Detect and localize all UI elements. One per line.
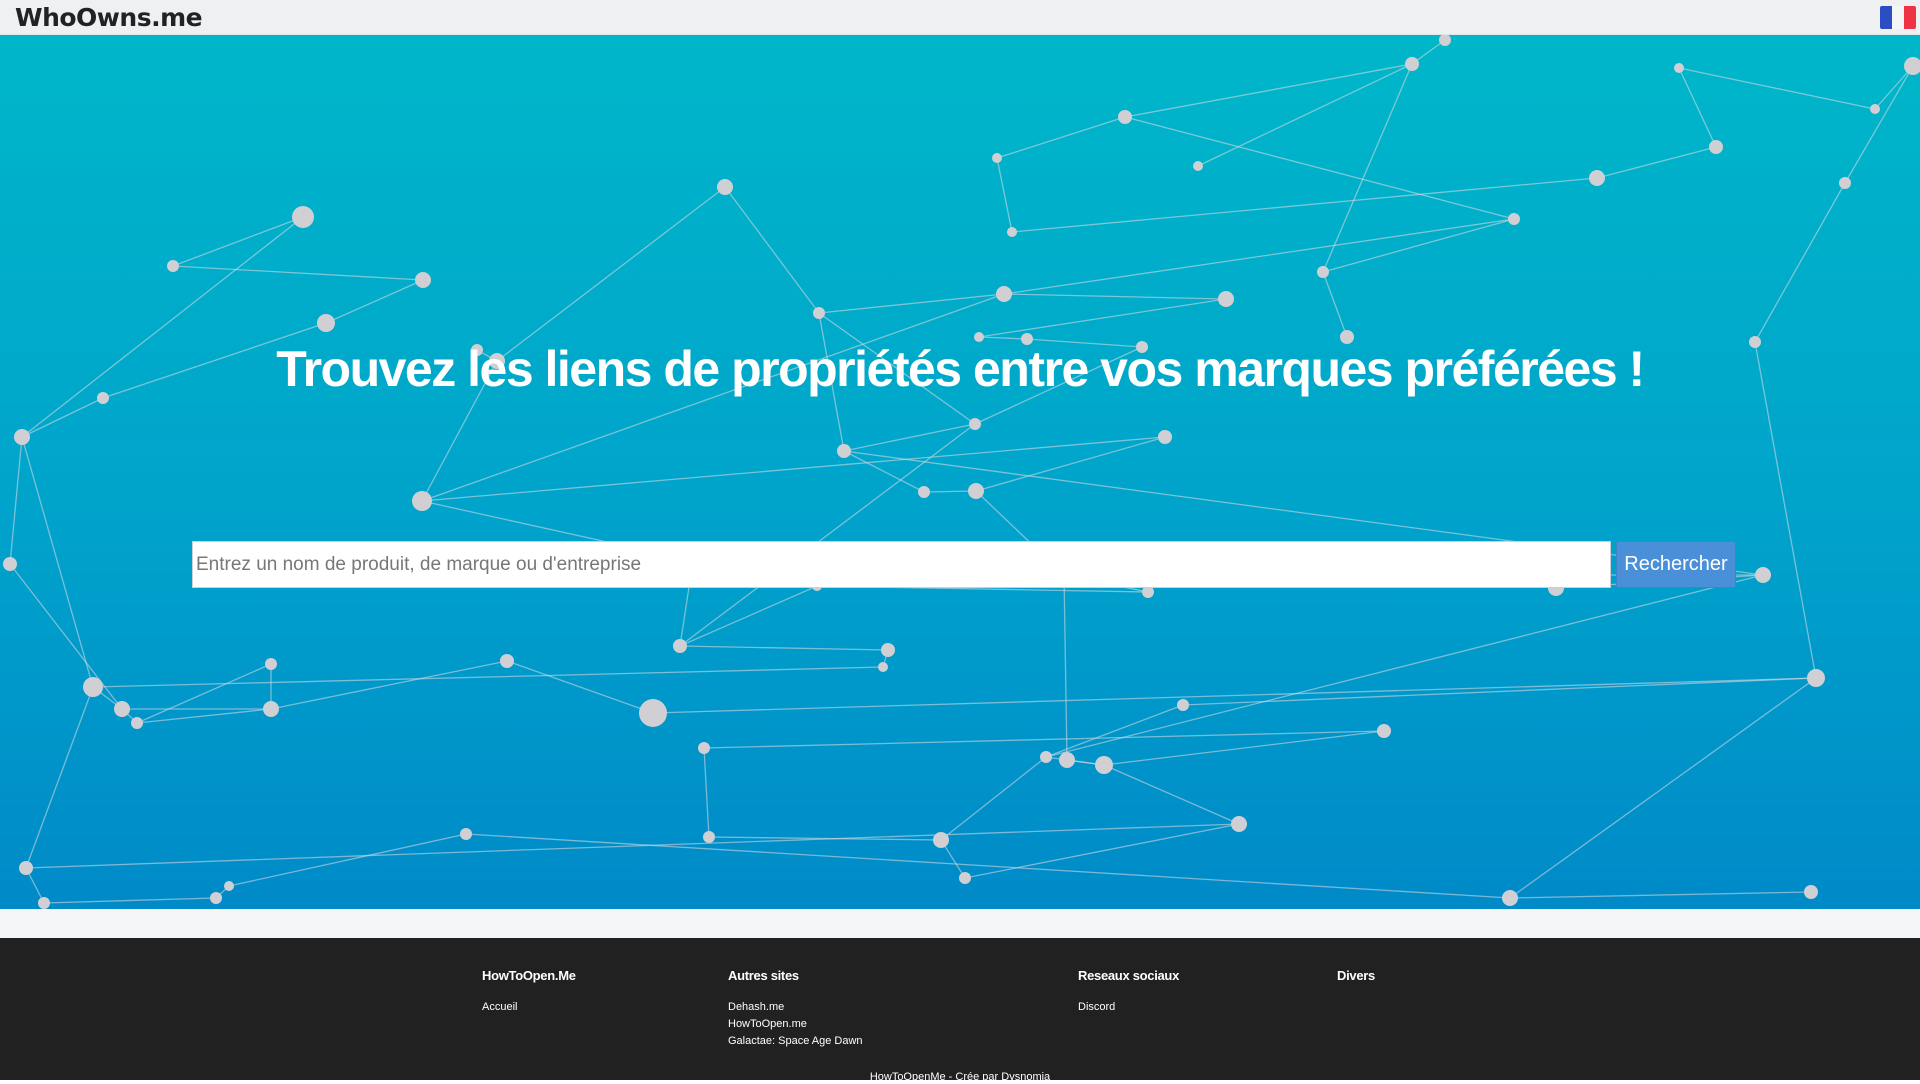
search-input[interactable] xyxy=(192,541,1611,588)
network-node xyxy=(263,701,279,717)
network-node xyxy=(1709,140,1723,154)
top-navbar: WhoOwns.me xyxy=(0,0,1920,35)
network-node xyxy=(996,286,1012,302)
network-node xyxy=(1439,35,1451,46)
network-node xyxy=(1218,291,1234,307)
network-node xyxy=(415,272,431,288)
footer-column-title: Autres sites xyxy=(728,968,799,983)
network-node xyxy=(1807,669,1825,687)
network-node xyxy=(500,654,514,668)
network-node xyxy=(717,179,733,195)
footer-column-title: Divers xyxy=(1337,968,1375,983)
network-node xyxy=(19,861,33,875)
network-background xyxy=(3,35,1920,909)
footer-link-howtoopen[interactable]: HowToOpen.me xyxy=(728,1016,863,1033)
footer-link-accueil[interactable]: Accueil xyxy=(482,999,576,1016)
network-node xyxy=(1231,816,1247,832)
footer-link-dehash[interactable]: Dehash.me xyxy=(728,999,863,1016)
footer-column-reseaux-sociaux: Reseaux sociaux Discord xyxy=(1078,968,1179,1016)
network-node xyxy=(1377,724,1391,738)
footer-column-howtoopen: HowToOpen.Me Accueil xyxy=(482,968,576,1016)
network-node xyxy=(1059,752,1075,768)
network-node xyxy=(1804,885,1818,899)
network-node xyxy=(1870,104,1880,114)
network-node xyxy=(1317,266,1329,278)
network-node xyxy=(1177,699,1189,711)
network-node xyxy=(639,699,667,727)
network-node xyxy=(167,260,179,272)
footer-column-title: Reseaux sociaux xyxy=(1078,968,1180,983)
network-node xyxy=(878,662,888,672)
network-nodes xyxy=(3,35,1920,909)
footer: HowToOpen.Me Accueil Autres sites Dehash… xyxy=(0,938,1920,1083)
network-node xyxy=(3,557,17,571)
footer-column-autres-sites: Autres sites Dehash.me HowToOpen.me Gala… xyxy=(728,968,863,1050)
network-node xyxy=(292,206,314,228)
site-logo[interactable]: WhoOwns.me xyxy=(15,0,203,35)
network-node xyxy=(1405,57,1419,71)
network-node xyxy=(1118,110,1132,124)
network-node xyxy=(1502,890,1518,906)
footer-link-discord[interactable]: Discord xyxy=(1078,999,1179,1016)
network-node xyxy=(412,491,432,511)
footer-column-divers: Divers xyxy=(1337,968,1375,999)
network-node xyxy=(1839,177,1851,189)
footer-divider-strip xyxy=(0,909,1920,938)
network-node xyxy=(673,639,687,653)
network-node xyxy=(1095,756,1113,774)
footer-column-title: HowToOpen.Me xyxy=(482,968,576,983)
network-node xyxy=(210,892,222,904)
flag-fr-icon[interactable] xyxy=(1880,6,1916,29)
network-node xyxy=(1007,227,1017,237)
network-node xyxy=(1904,57,1920,75)
network-node xyxy=(1158,430,1172,444)
network-node xyxy=(968,483,984,499)
page-headline: Trouvez les liens de propriétés entre vo… xyxy=(276,341,1645,397)
network-node xyxy=(918,486,930,498)
network-node xyxy=(317,314,335,332)
network-node xyxy=(703,831,715,843)
network-node xyxy=(837,444,851,458)
credit-link-dysnomia[interactable]: Dysnomia xyxy=(1001,1071,1050,1083)
search-button[interactable]: Rechercher xyxy=(1616,541,1736,588)
network-lines xyxy=(9,39,1914,904)
network-node xyxy=(959,872,971,884)
footer-credit: HowToOpenMe - Crée par Dysnomia xyxy=(0,1070,1920,1084)
hero-section: Trouvez les liens de propriétés entre vo… xyxy=(0,35,1920,909)
network-node xyxy=(698,742,710,754)
network-node xyxy=(881,643,895,657)
network-node xyxy=(265,658,277,670)
network-node xyxy=(992,153,1002,163)
network-node xyxy=(224,881,234,891)
network-node xyxy=(460,828,472,840)
network-node xyxy=(969,418,981,430)
network-node xyxy=(1508,213,1520,225)
network-node xyxy=(1589,170,1605,186)
network-node xyxy=(1193,161,1203,171)
credit-text: HowToOpenMe - Crée par xyxy=(869,1071,1002,1083)
network-node xyxy=(813,307,825,319)
network-node xyxy=(38,897,50,909)
footer-link-galactae[interactable]: Galactae: Space Age Dawn xyxy=(728,1033,863,1050)
network-node xyxy=(933,832,949,848)
network-node xyxy=(83,677,103,697)
network-node xyxy=(1755,567,1771,583)
network-node xyxy=(14,429,30,445)
network-node xyxy=(114,701,130,717)
network-node xyxy=(1674,63,1684,73)
network-node xyxy=(131,717,143,729)
network-node xyxy=(1040,751,1052,763)
